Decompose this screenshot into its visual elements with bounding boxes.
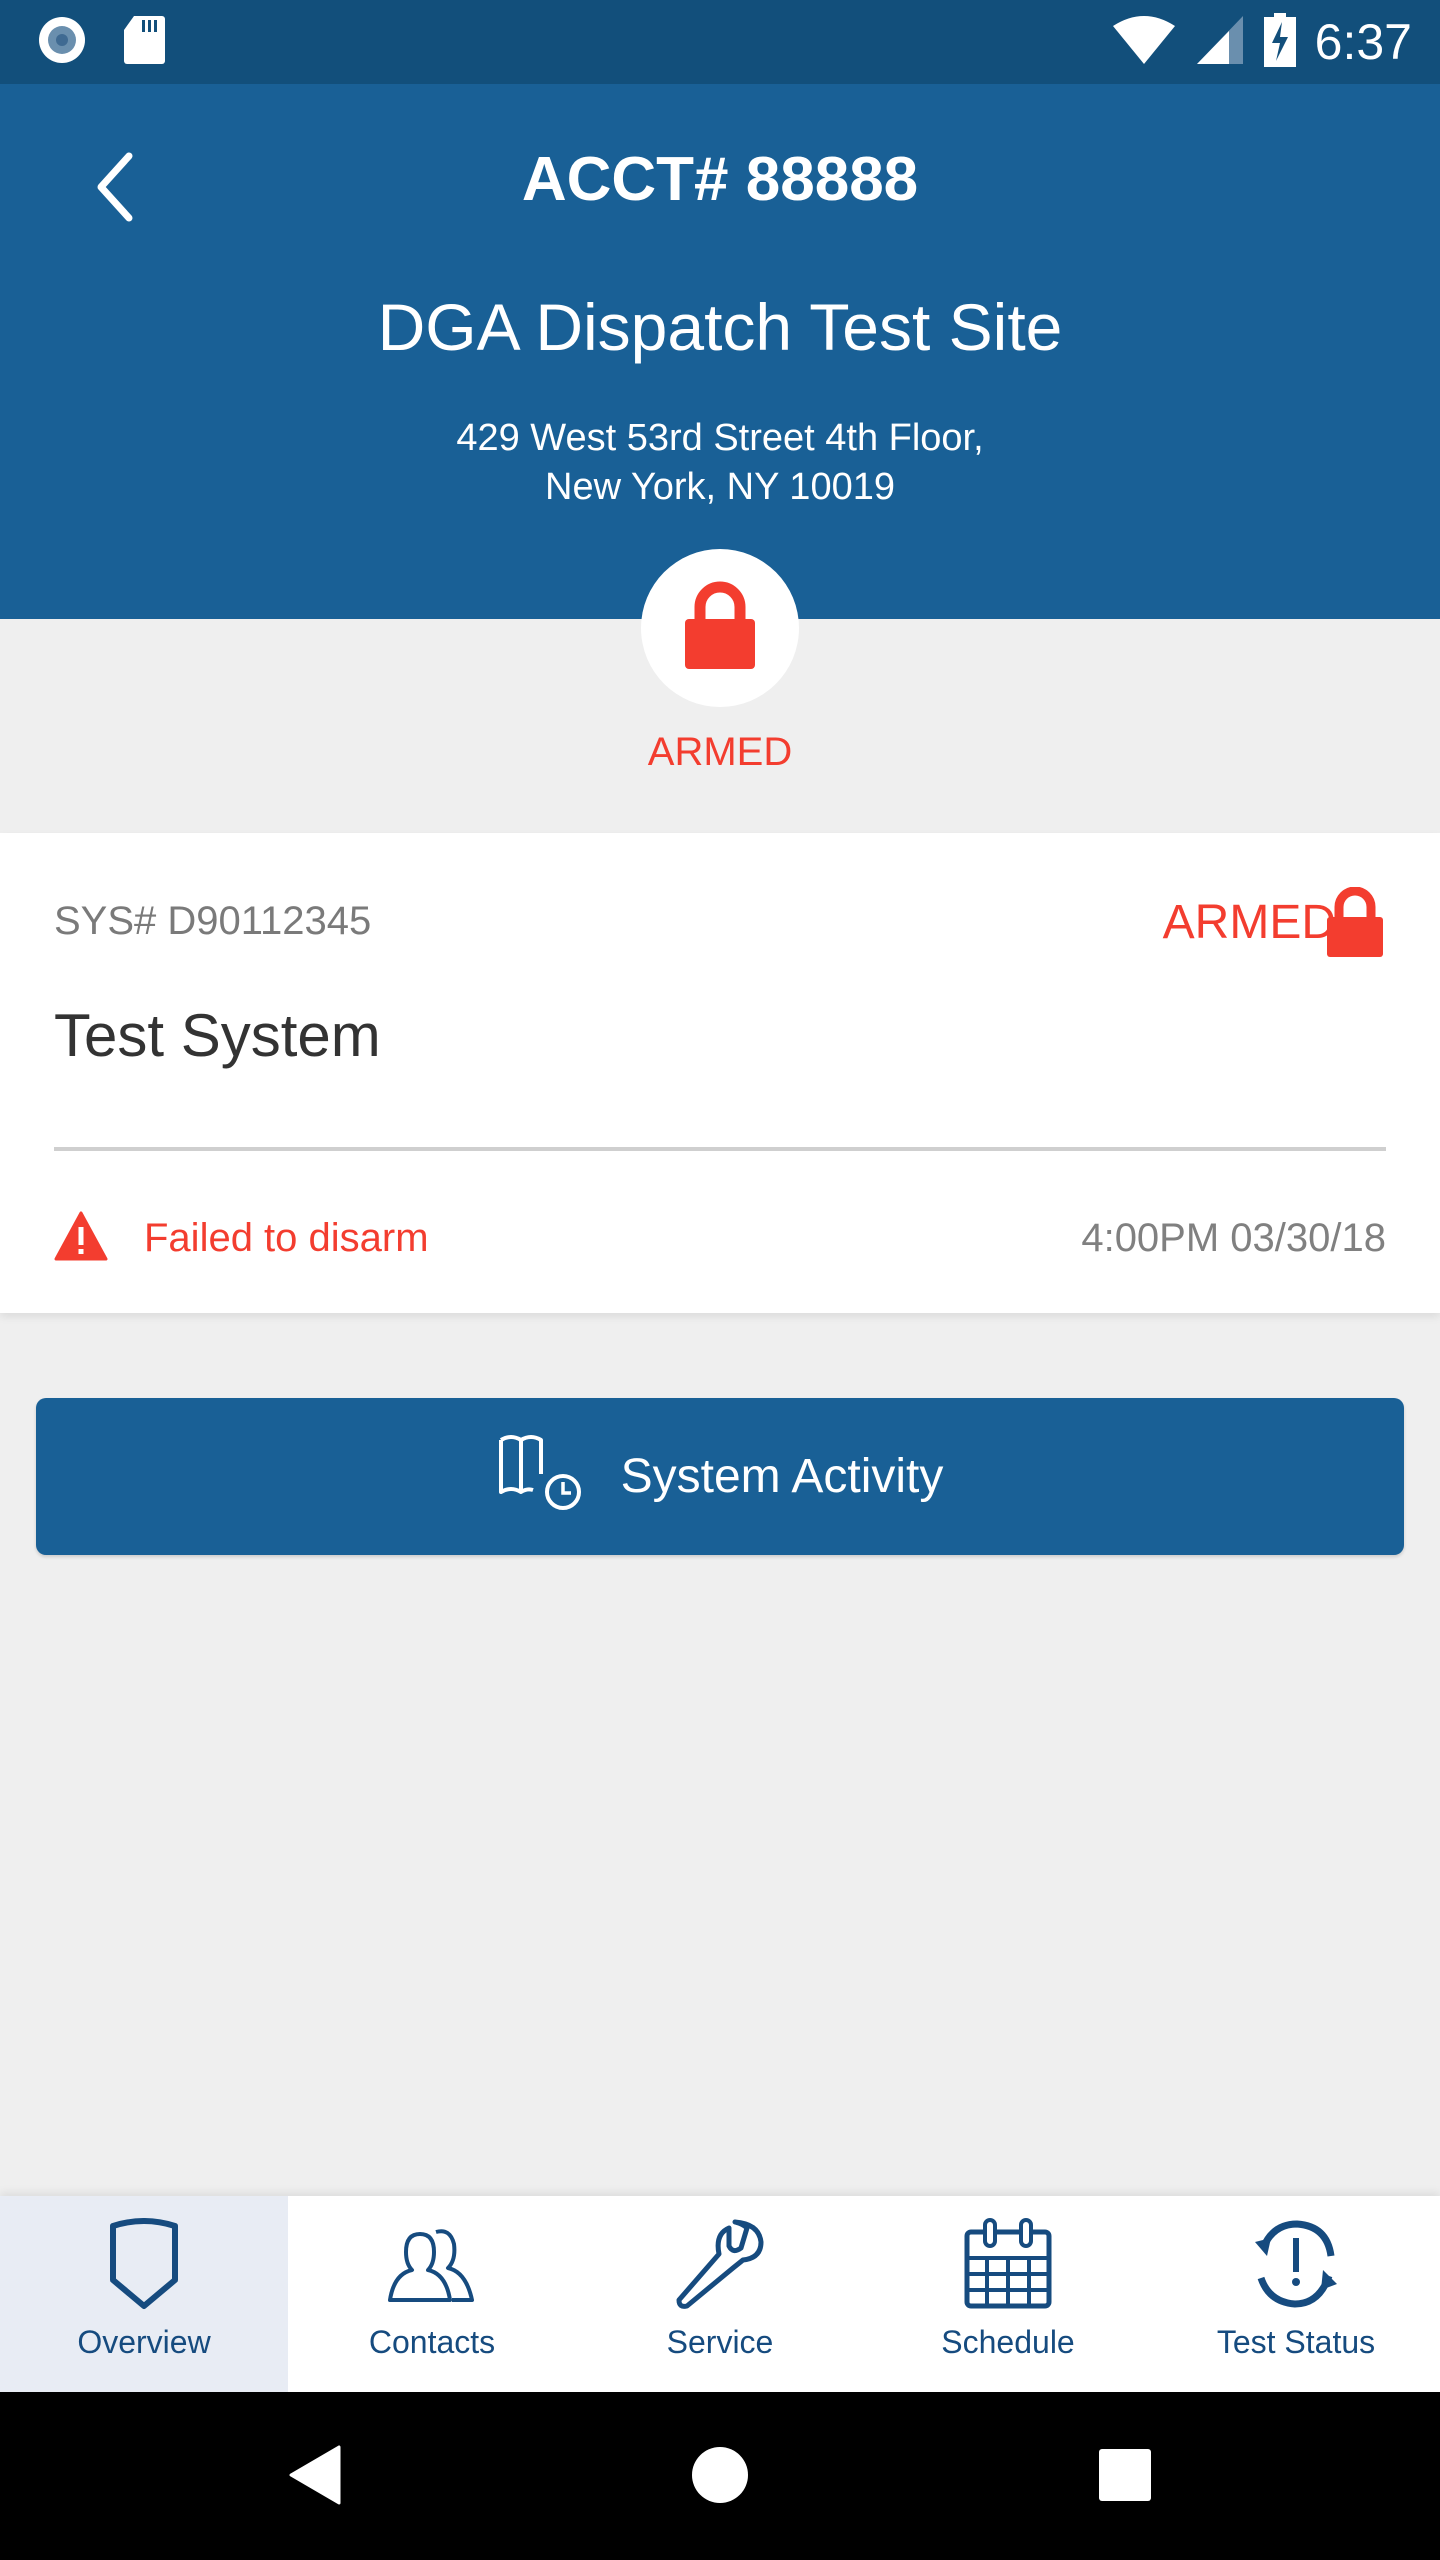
android-nav-bar xyxy=(0,2392,1440,2560)
recents-square-icon xyxy=(1098,2448,1152,2507)
test-status-icon xyxy=(1251,2218,1341,2310)
system-activity-label: System Activity xyxy=(620,1450,944,1503)
nav-item-service[interactable]: Service xyxy=(576,2196,864,2392)
system-number: SYS# D90112345 xyxy=(54,899,372,943)
site-address: 429 West 53rd Street 4th Floor, New York… xyxy=(0,414,1440,512)
nav-label: Test Status xyxy=(1216,2324,1376,2360)
address-line-2: New York, NY 10019 xyxy=(545,466,895,508)
account-header: ACCT# 88888 DGA Dispatch Test Site 429 W… xyxy=(0,84,1440,619)
address-line-1: 429 West 53rd Street 4th Floor, xyxy=(456,417,984,459)
nav-label: Service xyxy=(666,2324,774,2360)
warning-icon xyxy=(54,1211,108,1266)
account-title: ACCT# 88888 xyxy=(521,145,919,214)
system-card[interactable]: SYS# D90112345 ARMED Test System Failed … xyxy=(0,833,1440,1313)
wrench-icon xyxy=(675,2218,765,2310)
book-clock-icon xyxy=(497,1434,587,1519)
lock-icon xyxy=(683,581,757,676)
back-triangle-icon xyxy=(287,2445,343,2510)
cell-signal-icon xyxy=(1195,14,1245,71)
record-icon xyxy=(36,14,88,71)
nav-label: Overview xyxy=(77,2324,211,2360)
site-status-label: ARMED xyxy=(647,730,793,774)
system-recents-button[interactable] xyxy=(1085,2442,1165,2512)
lock-icon xyxy=(1326,886,1384,964)
nav-item-overview[interactable]: Overview xyxy=(0,2196,288,2392)
nav-item-contacts[interactable]: Contacts xyxy=(288,2196,576,2392)
nav-item-test-status[interactable]: Test Status xyxy=(1152,2196,1440,2392)
shield-icon xyxy=(107,2218,181,2310)
system-activity-button[interactable]: System Activity xyxy=(36,1398,1404,1555)
alert-timestamp: 4:00PM 03/30/18 xyxy=(1081,1215,1386,1260)
wifi-icon xyxy=(1111,14,1177,71)
battery-charging-icon xyxy=(1263,12,1297,72)
system-back-button[interactable] xyxy=(275,2442,355,2512)
nav-label: Contacts xyxy=(368,2324,496,2360)
alert-row: Failed to disarm 4:00PM 03/30/18 xyxy=(54,1203,1386,1273)
status-bar: 6:37 xyxy=(0,0,1440,84)
bottom-nav: Overview Contacts Service Schedule Test … xyxy=(0,2196,1440,2392)
system-name: Test System xyxy=(54,1002,381,1069)
nav-label: Schedule xyxy=(941,2324,1075,2360)
system-status-label: ARMED xyxy=(1162,896,1336,949)
clock: 6:37 xyxy=(1314,14,1412,70)
sd-card-icon xyxy=(122,14,166,71)
system-home-button[interactable] xyxy=(680,2442,760,2512)
home-circle-icon xyxy=(691,2446,749,2509)
calendar-icon xyxy=(963,2218,1053,2310)
alert-text: Failed to disarm xyxy=(144,1215,429,1260)
site-status-badge xyxy=(641,549,799,707)
divider xyxy=(54,1147,1386,1151)
contacts-icon xyxy=(386,2218,478,2310)
nav-item-schedule[interactable]: Schedule xyxy=(864,2196,1152,2392)
site-name: DGA Dispatch Test Site xyxy=(377,290,1063,364)
